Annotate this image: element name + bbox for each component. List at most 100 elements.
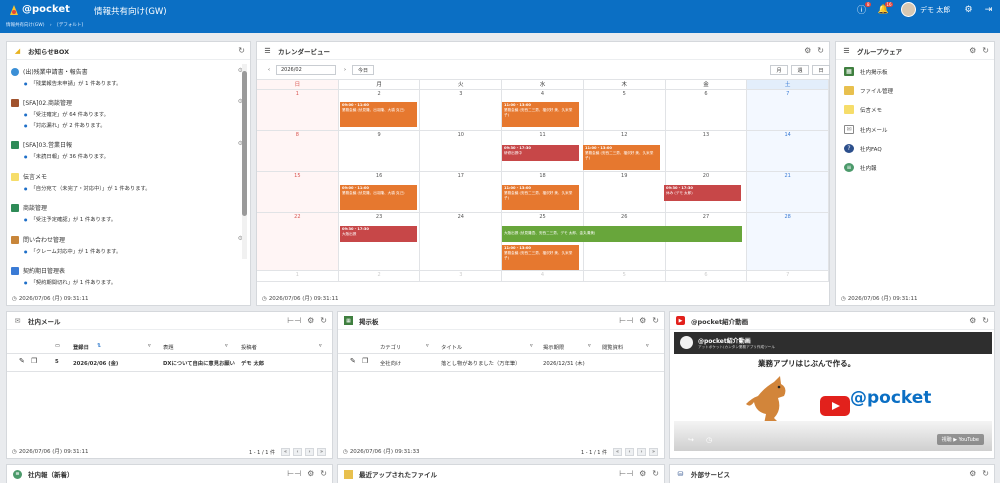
gear-icon[interactable]: ⚙ xyxy=(969,316,976,325)
gear-icon[interactable]: ⚙ xyxy=(969,469,976,478)
calendar-event[interactable]: 11:00 - 13:00 業務会議 (安西二三男、福沢好 美、久米栄子) xyxy=(502,102,579,127)
list-item-title[interactable]: [SFA]03.営業日報 xyxy=(23,140,72,149)
today-button[interactable]: 今日 xyxy=(352,65,374,75)
list-item[interactable]: 問い合わせ管理 ⚙ 「クレーム対応中」が 1 件あります。 xyxy=(11,235,247,255)
column-resize-icon[interactable]: ⊢⊣ xyxy=(287,469,301,478)
groupware-item-label[interactable]: 社内FAQ xyxy=(860,145,882,153)
list-item-title[interactable]: 伝言メモ xyxy=(23,172,47,181)
calendar-event[interactable]: 11:00 - 13:00 業務会議 (安西二三男、福沢好 美、久米栄子) xyxy=(502,185,579,210)
prev-page-button[interactable]: ‹ xyxy=(625,448,634,456)
groupware-item[interactable]: ≡ 社内報 xyxy=(844,163,877,172)
table-cell-subject[interactable]: DXについて自由に意見お願い xyxy=(163,359,235,367)
filter-icon[interactable]: ▿ xyxy=(225,343,228,349)
filter-icon[interactable]: ▿ xyxy=(530,343,533,349)
column-header[interactable]: 投稿者 xyxy=(241,343,257,351)
scrollbar[interactable] xyxy=(242,64,247,259)
calendar-day[interactable]: 15 xyxy=(257,172,339,212)
copy-icon[interactable]: ❐ xyxy=(31,357,37,365)
calendar-day[interactable]: 22 xyxy=(257,213,339,270)
edit-icon[interactable]: ✎ xyxy=(19,357,25,365)
groupware-item-label[interactable]: 社内メール xyxy=(860,126,888,134)
refresh-icon[interactable]: ↻ xyxy=(238,46,245,55)
week-view-button[interactable]: 週 xyxy=(791,65,809,75)
gear-icon[interactable]: ⚙ xyxy=(307,469,314,478)
list-item-detail[interactable]: 「受注確定」が 64 件あります。 xyxy=(24,110,247,118)
column-resize-icon[interactable]: ⊢⊣ xyxy=(287,316,301,325)
gear-icon[interactable]: ⚙ xyxy=(639,316,646,325)
calendar-day[interactable]: 6 xyxy=(666,90,748,130)
play-button[interactable] xyxy=(820,396,850,416)
copy-icon[interactable]: ❐ xyxy=(362,357,368,365)
calendar-day[interactable]: 7 xyxy=(747,271,830,281)
groupware-item-label[interactable]: 社内報 xyxy=(860,164,877,172)
calendar-event[interactable]: 09:00 - 11:00 業務会議 (伏見隆、出羽隆、大橋 克己) xyxy=(340,102,417,127)
calendar-day[interactable]: 1 xyxy=(257,90,339,130)
groupware-item-label[interactable]: 社内掲示板 xyxy=(860,68,888,76)
calendar-day[interactable]: 5 xyxy=(584,90,666,130)
calendar-event[interactable]: 11:00 - 13:00 業務会議 (安西二三男、福沢好 美、久米栄子) xyxy=(583,145,660,170)
calendar-day[interactable]: 3 xyxy=(420,90,503,130)
first-page-button[interactable]: « xyxy=(281,448,290,456)
refresh-icon[interactable]: ↻ xyxy=(652,469,659,478)
clock-icon[interactable]: ◷ xyxy=(706,436,712,444)
video-title[interactable]: @pocket紹介動画 xyxy=(698,336,751,345)
calendar-day[interactable]: 6 xyxy=(666,271,748,281)
month-input[interactable]: 2026/02 xyxy=(276,65,336,75)
calendar-day[interactable]: 7 xyxy=(747,90,830,130)
sort-icon[interactable]: ⇅ xyxy=(97,343,101,349)
breadcrumb-item[interactable]: [デフォルト] xyxy=(57,23,83,28)
list-item-detail[interactable]: 「受注予定確認」が 1 件あります。 xyxy=(24,215,247,223)
table-cell-title[interactable]: 落とし物がありました（万年筆） xyxy=(441,359,520,367)
user-name[interactable]: デモ 太郎 xyxy=(920,5,950,15)
calendar-day[interactable]: 21 xyxy=(747,172,830,212)
list-item[interactable]: 商談管理 「受注予定確認」が 1 件あります。 xyxy=(11,203,247,223)
gear-icon[interactable]: ⚙ xyxy=(307,316,314,325)
calendar-day[interactable]: 14 xyxy=(747,131,830,171)
share-icon[interactable]: ↪ xyxy=(688,436,694,444)
calendar-day[interactable]: 24 xyxy=(420,213,503,270)
filter-icon[interactable]: ▿ xyxy=(426,343,429,349)
channel-avatar[interactable] xyxy=(680,336,693,349)
settings-button[interactable]: ⚙ xyxy=(962,3,975,16)
calendar-event[interactable]: 09:30 - 17:30 大阪出張 xyxy=(340,226,417,242)
filter-icon[interactable]: ▿ xyxy=(319,343,322,349)
calendar-event[interactable]: 09:30 - 17:30 研修出張中 xyxy=(502,145,579,161)
refresh-icon[interactable]: ↻ xyxy=(982,316,989,325)
list-item-detail[interactable]: 「クレーム対応中」が 1 件あります。 xyxy=(24,247,247,255)
groupware-item[interactable]: 伝言メモ xyxy=(844,105,882,114)
breadcrumb-item[interactable]: 情報共有向け(GW) xyxy=(6,23,44,28)
prev-page-button[interactable]: ‹ xyxy=(293,448,302,456)
column-header[interactable]: 表題 xyxy=(163,343,174,351)
column-resize-icon[interactable]: ⊢⊣ xyxy=(619,469,633,478)
groupware-item[interactable]: ? 社内FAQ xyxy=(844,144,882,153)
calendar-day[interactable]: 4 xyxy=(502,271,584,281)
calendar-day[interactable]: 8 xyxy=(257,131,339,171)
refresh-icon[interactable]: ↻ xyxy=(652,316,659,325)
calendar-day[interactable]: 2 xyxy=(339,271,421,281)
app-logo[interactable]: @pocket xyxy=(8,3,70,16)
calendar-day[interactable]: 1 xyxy=(257,271,339,281)
groupware-item[interactable]: ✉ 社内メール xyxy=(844,125,888,134)
table-row[interactable]: ✎ ❐ 5 2026/02/06 (金) DXについて自由に意見お願い デモ 太… xyxy=(7,354,332,372)
list-item[interactable]: 契約期日管理表 「契約期間切れ」が 1 件あります。 xyxy=(11,266,247,286)
last-page-button[interactable]: » xyxy=(317,448,326,456)
next-page-button[interactable]: › xyxy=(637,448,646,456)
gear-icon[interactable]: ⚙ xyxy=(804,46,811,55)
list-item-title[interactable]: 商談管理 xyxy=(23,203,47,212)
refresh-icon[interactable]: ↻ xyxy=(320,316,327,325)
table-row[interactable]: ✎ ❐ 全社向け 落とし物がありました（万年筆） 2026/12/31 (木) xyxy=(338,354,664,372)
calendar-event[interactable]: 大阪出張 (伏見隆吾、安西二三男、デモ 太郎、金丸清美) xyxy=(502,226,742,242)
last-page-button[interactable]: » xyxy=(649,448,658,456)
list-item[interactable]: (出)残業申請書・報告書 ⚙ 「残業報告未申請」が 1 件あります。 xyxy=(11,67,247,87)
prev-month-button[interactable]: ‹ xyxy=(264,65,274,75)
video-player[interactable]: @pocket紹介動画 アットポケット(カンタン業務アプリ作成ツール 業務アプリ… xyxy=(674,332,992,451)
logout-button[interactable]: ⇥ xyxy=(982,3,995,16)
refresh-icon[interactable]: ↻ xyxy=(320,469,327,478)
gear-icon[interactable]: ⚙ xyxy=(969,46,976,55)
column-header[interactable]: タイトル xyxy=(441,343,462,351)
refresh-icon[interactable]: ↻ xyxy=(817,46,824,55)
calendar-event[interactable]: 09:00 - 11:00 業務会議 (伏見隆、出羽隆、大橋 克己) xyxy=(340,185,417,210)
list-item[interactable]: [SFA]03.営業日報 ⚙ 「未読日報」が 36 件あります。 xyxy=(11,140,247,160)
calendar-day[interactable]: 9 xyxy=(339,131,421,171)
next-page-button[interactable]: › xyxy=(305,448,314,456)
